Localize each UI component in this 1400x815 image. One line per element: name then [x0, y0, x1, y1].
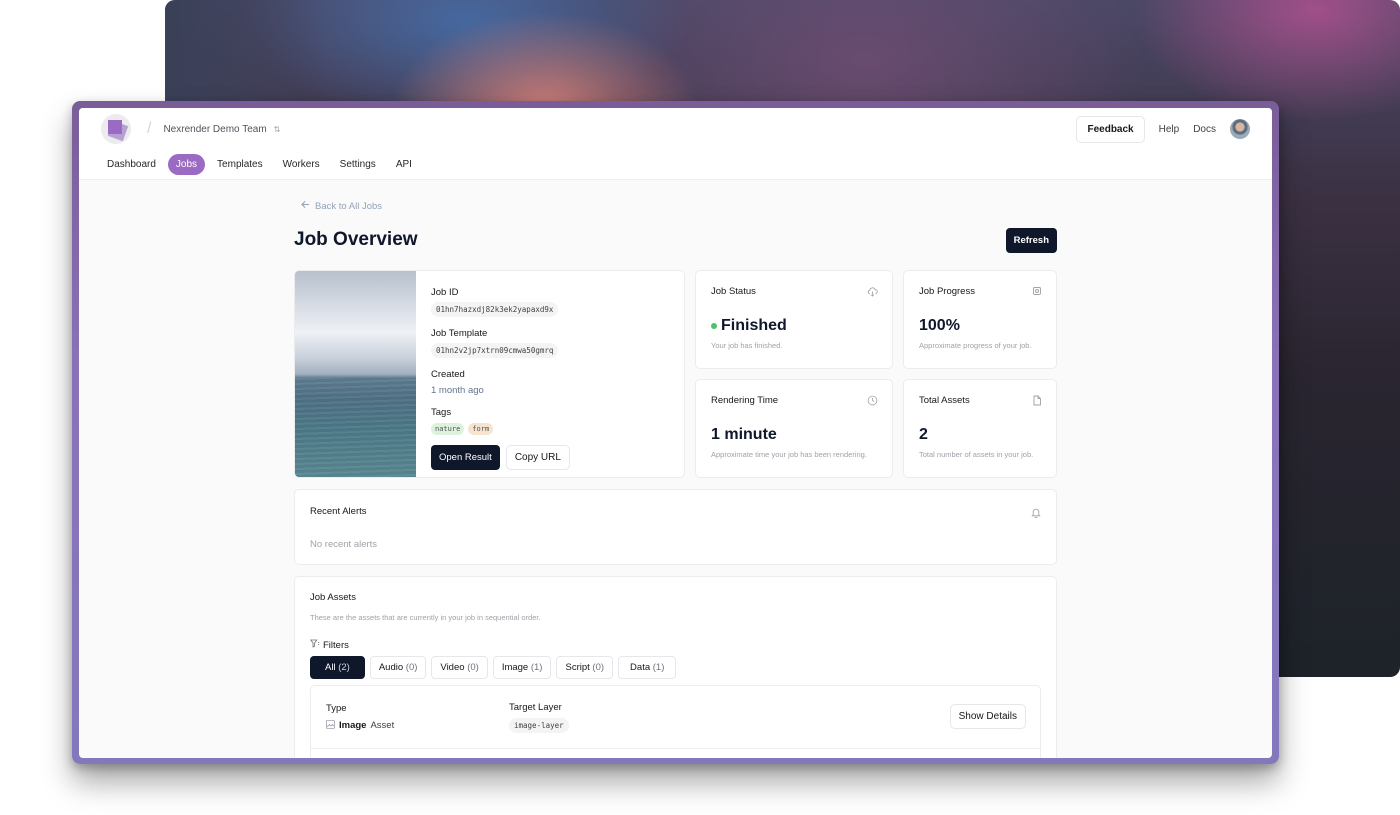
cloud-download-icon — [867, 286, 878, 300]
filter-icon — [310, 639, 320, 651]
nav-templates[interactable]: Templates — [209, 154, 271, 175]
top-bar: / Nexrender Demo Team ⇅ Feedback Help Do… — [79, 108, 1272, 150]
job-template-value: 01hn2v2jp7xtrn09cmwa50gmrq — [431, 343, 559, 358]
help-link[interactable]: Help — [1159, 124, 1180, 135]
job-details-card: Job ID 01hn7hazxdj82k3ek2yapaxd9x Job Te… — [294, 270, 685, 478]
created-label: Created — [431, 369, 465, 380]
rendering-time-sub: Approximate time your job has been rende… — [711, 450, 867, 459]
page-title: Job Overview — [294, 229, 418, 250]
bell-icon — [1031, 505, 1041, 523]
asset-filter-tabs: All (2) Audio (0) Video (0) Image (1) Sc… — [310, 656, 1041, 679]
filter-data[interactable]: Data (1) — [618, 656, 677, 679]
nav-jobs[interactable]: Jobs — [167, 154, 206, 175]
job-id-label: Job ID — [431, 287, 459, 298]
chevron-up-down-icon: ⇅ — [273, 124, 281, 134]
show-details-button[interactable]: Show Details — [949, 704, 1026, 729]
rendering-time-title: Rendering Time — [711, 395, 779, 406]
job-result-thumbnail — [295, 271, 416, 477]
tags-label: Tags — [431, 407, 452, 418]
status-dot — [711, 323, 717, 329]
rendering-time-value: 1 minute — [711, 426, 777, 443]
job-assets-subtitle: These are the assets that are currently … — [310, 613, 541, 622]
job-progress-value: 100% — [919, 317, 960, 334]
browser-window-frame: / Nexrender Demo Team ⇅ Feedback Help Do… — [72, 101, 1279, 764]
cpu-icon — [1032, 286, 1042, 299]
job-progress-sub: Approximate progress of your job. — [919, 341, 1032, 350]
total-assets-value: 2 — [919, 426, 928, 443]
app-window: / Nexrender Demo Team ⇅ Feedback Help Do… — [79, 108, 1272, 758]
job-assets-card: Job Assets These are the assets that are… — [294, 576, 1057, 758]
open-result-button[interactable]: Open Result — [431, 445, 500, 470]
no-alerts-message: No recent alerts — [310, 539, 378, 550]
job-status-sub: Your job has finished. — [711, 341, 783, 350]
feedback-button[interactable]: Feedback — [1076, 115, 1145, 143]
team-name: Nexrender Demo Team — [163, 123, 267, 135]
file-icon — [1032, 395, 1042, 409]
created-value: 1 month ago — [431, 385, 484, 396]
asset-type-suffix: Asset — [370, 720, 395, 731]
image-icon — [326, 719, 335, 732]
job-id-value: 01hn7hazxdj82k3ek2yapaxd9x — [431, 302, 559, 317]
recent-alerts-card: Recent Alerts No recent alerts — [294, 489, 1057, 565]
asset-type-value: Image — [339, 720, 367, 731]
filters-label: Filters — [323, 639, 349, 651]
recent-alerts-title: Recent Alerts — [310, 506, 367, 517]
job-assets-title: Job Assets — [310, 592, 356, 603]
asset-type-label: Type — [326, 702, 347, 714]
nav-dashboard[interactable]: Dashboard — [99, 154, 164, 175]
nav-api[interactable]: API — [388, 154, 420, 175]
tag-badge: nature — [431, 423, 465, 435]
user-avatar[interactable] — [1230, 119, 1250, 139]
job-status-value: Finished — [721, 317, 787, 334]
target-layer-value: image-layer — [509, 717, 569, 733]
arrow-left-icon — [301, 200, 310, 212]
target-layer-label: Target Layer — [509, 701, 562, 713]
job-template-label: Job Template — [431, 328, 488, 339]
filter-all[interactable]: All (2) — [310, 656, 365, 679]
filter-video[interactable]: Video (0) — [431, 656, 488, 679]
job-progress-card: Job Progress 100% Approximate progress o… — [903, 270, 1057, 369]
total-assets-title: Total Assets — [919, 395, 970, 406]
back-link[interactable]: Back to All Jobs — [301, 200, 1057, 212]
nav-settings[interactable]: Settings — [332, 154, 384, 175]
job-status-card: Job Status Finished Your job has finishe… — [695, 270, 893, 369]
asset-list: Type Image Asset Target Layer image-laye… — [310, 685, 1041, 758]
asset-row: Type Image Asset Target Layer image-laye… — [311, 686, 1040, 749]
app-logo[interactable] — [101, 114, 131, 144]
nav-workers[interactable]: Workers — [275, 154, 328, 175]
clock-icon — [867, 395, 878, 409]
filter-audio[interactable]: Audio (0) — [369, 656, 427, 679]
docs-link[interactable]: Docs — [1193, 124, 1216, 135]
filter-image[interactable]: Image (1) — [492, 656, 552, 679]
copy-url-button[interactable]: Copy URL — [505, 445, 570, 470]
job-progress-title: Job Progress — [919, 286, 975, 297]
job-status-title: Job Status — [711, 286, 756, 297]
breadcrumb-separator: / — [147, 120, 152, 137]
refresh-button[interactable]: Refresh — [1005, 227, 1057, 253]
rendering-time-card: Rendering Time 1 minute Approximate time… — [695, 379, 893, 478]
back-link-label: Back to All Jobs — [315, 200, 383, 212]
main-nav: Dashboard Jobs Templates Workers Setting… — [79, 150, 1272, 180]
filter-script[interactable]: Script (0) — [556, 656, 614, 679]
total-assets-sub: Total number of assets in your job. — [919, 450, 1034, 459]
main-content: Back to All Jobs Job Overview Refresh Jo… — [294, 200, 1057, 758]
total-assets-card: Total Assets 2 Total number of assets in… — [903, 379, 1057, 478]
tag-badge: form — [468, 423, 494, 435]
team-switcher[interactable]: Nexrender Demo Team ⇅ — [163, 124, 280, 135]
